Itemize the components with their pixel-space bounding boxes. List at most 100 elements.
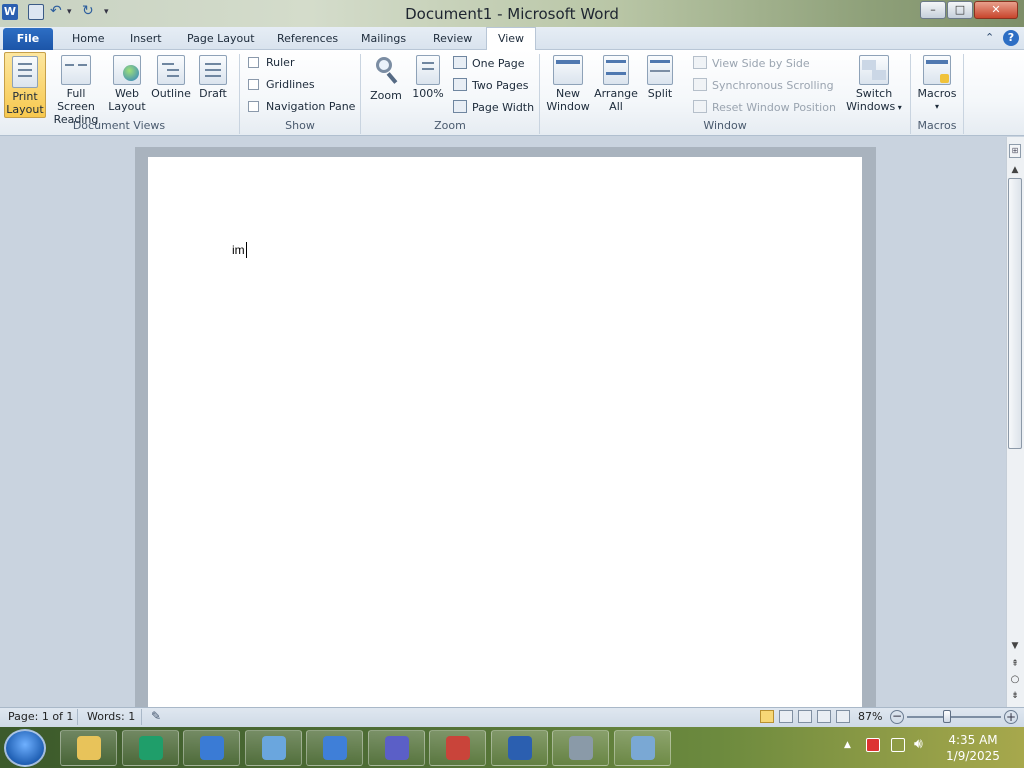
hundred-percent-button[interactable]: 100% xyxy=(408,55,448,117)
zoom-level[interactable]: 87% xyxy=(858,710,882,723)
one-page-button[interactable]: One Page xyxy=(453,56,525,70)
web-layout-button[interactable]: Web Layout xyxy=(107,55,147,117)
draft-view-icon[interactable] xyxy=(836,710,850,723)
ruler-checkbox-box[interactable] xyxy=(248,57,259,68)
volume-icon[interactable]: 🔊︎ xyxy=(914,736,923,752)
new-window-label-line1: New xyxy=(556,87,580,100)
collapse-ribbon-icon[interactable]: ⌃ xyxy=(985,31,994,44)
two-pages-icon xyxy=(453,78,467,91)
next-page-icon[interactable]: ⇟ xyxy=(1008,690,1022,702)
page-count-status[interactable]: Page: 1 of 1 xyxy=(8,710,73,723)
proofing-icon[interactable]: ✎ xyxy=(151,709,167,724)
scroll-down-arrow-icon[interactable]: ▼ xyxy=(1008,640,1022,652)
zoom-slider-thumb[interactable] xyxy=(943,710,951,723)
synchronous-scrolling-button[interactable]: Synchronous Scrolling xyxy=(693,78,834,92)
gridlines-checkbox[interactable]: Gridlines xyxy=(248,78,315,91)
switch-windows-button[interactable]: Switch Windows ▾ xyxy=(842,55,906,119)
taskbar-button[interactable] xyxy=(429,730,486,766)
scrollbar-thumb[interactable] xyxy=(1008,178,1022,449)
reset-window-position-button[interactable]: Reset Window Position xyxy=(693,100,836,114)
scroll-up-arrow-icon[interactable]: ▲ xyxy=(1008,164,1022,176)
switch-windows-icon xyxy=(859,55,889,85)
page-width-button[interactable]: Page Width xyxy=(453,100,534,114)
macros-button[interactable]: Macros ▾ xyxy=(914,55,960,119)
document-page[interactable] xyxy=(148,157,862,707)
taskbar-button[interactable] xyxy=(552,730,609,766)
zoom-slider-track[interactable] xyxy=(907,716,1001,718)
outline-button[interactable]: Outline xyxy=(149,55,193,117)
taskbar-button[interactable] xyxy=(368,730,425,766)
tab-view[interactable]: View xyxy=(486,27,536,51)
tab-file[interactable]: File xyxy=(3,28,53,50)
hundred-percent-label: 100% xyxy=(412,87,444,100)
zoom-out-icon[interactable]: − xyxy=(890,710,904,724)
tab-mailings[interactable]: Mailings xyxy=(353,30,414,50)
edge-icon xyxy=(139,736,163,760)
tab-home[interactable]: Home xyxy=(64,30,112,50)
new-window-button[interactable]: New Window xyxy=(544,55,592,119)
outline-view-icon[interactable] xyxy=(817,710,831,723)
start-button-icon[interactable] xyxy=(4,729,46,767)
taskbar-button[interactable] xyxy=(306,730,363,766)
print-layout-label-line2: Layout xyxy=(6,103,44,116)
taskbar-button[interactable] xyxy=(245,730,302,766)
two-pages-button[interactable]: Two Pages xyxy=(453,78,528,92)
split-button[interactable]: Split xyxy=(641,55,679,117)
usb-app-icon xyxy=(323,736,347,760)
draft-button[interactable]: Draft xyxy=(194,55,232,117)
word-count-status[interactable]: Words: 1 xyxy=(87,710,135,723)
document-text[interactable]: im xyxy=(232,243,245,257)
split-icon xyxy=(647,55,673,85)
group-label-window: Window xyxy=(703,119,747,132)
view-side-by-side-label: View Side by Side xyxy=(712,57,810,70)
tab-review[interactable]: Review xyxy=(425,30,480,50)
group-label-show: Show xyxy=(285,119,315,132)
network-icon[interactable] xyxy=(891,738,905,752)
web-layout-view-icon[interactable] xyxy=(798,710,812,723)
ruler-checkbox[interactable]: Ruler xyxy=(248,56,294,69)
taskbar-button[interactable] xyxy=(60,730,117,766)
system-clock[interactable]: 4:35 AM 1/9/2025 xyxy=(928,732,1018,764)
arrange-all-button[interactable]: Arrange All xyxy=(593,55,639,119)
group-separator xyxy=(963,54,964,134)
print-layout-button[interactable]: Print Layout xyxy=(4,52,46,118)
previous-page-icon[interactable]: ⇞ xyxy=(1008,658,1022,670)
media-center-icon xyxy=(569,736,593,760)
game-icon xyxy=(385,736,409,760)
tab-page-layout[interactable]: Page Layout xyxy=(179,30,263,50)
text-cursor xyxy=(246,242,247,258)
control-panel-icon xyxy=(262,736,286,760)
taskbar-button[interactable] xyxy=(183,730,240,766)
full-screen-reading-label-line1: Full Screen xyxy=(57,87,95,113)
switch-windows-label-line2: Windows ▾ xyxy=(842,100,906,114)
zoom-button[interactable]: Zoom xyxy=(366,55,406,117)
print-layout-icon xyxy=(12,56,38,88)
web-layout-label-line1: Web xyxy=(115,87,139,100)
help-icon[interactable]: ? xyxy=(1003,30,1019,46)
tab-insert[interactable]: Insert xyxy=(122,30,170,50)
taskbar-button[interactable] xyxy=(491,730,548,766)
full-screen-view-icon[interactable] xyxy=(779,710,793,723)
navigation-pane-checkbox[interactable]: Navigation Pane xyxy=(248,100,355,113)
taskbar-button[interactable] xyxy=(122,730,179,766)
taskbar-button[interactable] xyxy=(614,730,671,766)
full-screen-reading-button[interactable]: Full Screen Reading xyxy=(47,55,105,126)
gridlines-checkbox-box[interactable] xyxy=(248,79,259,90)
split-label: Split xyxy=(647,87,673,100)
action-center-icon[interactable] xyxy=(866,738,880,752)
browse-object-icon[interactable]: ○ xyxy=(1008,674,1022,686)
view-side-by-side-button[interactable]: View Side by Side xyxy=(693,56,810,70)
zoom-button-label: Zoom xyxy=(370,89,402,102)
view-ruler-icon[interactable]: ⊞ xyxy=(1009,144,1021,158)
synchronous-scrolling-label: Synchronous Scrolling xyxy=(712,79,834,92)
minimize-button[interactable]: – xyxy=(920,1,946,19)
maximize-button[interactable]: □ xyxy=(947,1,973,19)
navigation-pane-checkbox-box[interactable] xyxy=(248,101,259,112)
hundred-percent-icon xyxy=(416,55,440,85)
arrange-all-label-line1: Arrange xyxy=(594,87,638,100)
tab-references[interactable]: References xyxy=(269,30,346,50)
show-hidden-icons-icon[interactable]: ▲ xyxy=(844,740,851,750)
zoom-in-icon[interactable]: + xyxy=(1004,710,1018,724)
print-layout-view-icon[interactable] xyxy=(760,710,774,723)
close-button[interactable]: ✕ xyxy=(974,1,1018,19)
